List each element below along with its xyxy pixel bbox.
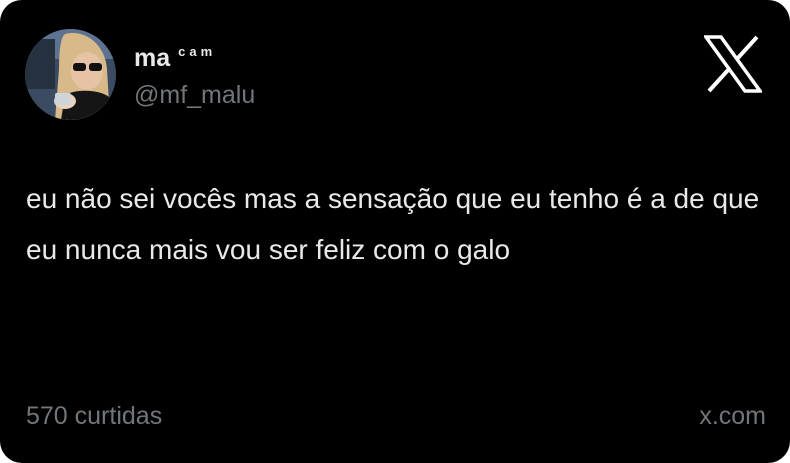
avatar-photo: [25, 29, 116, 120]
display-name-text: ma: [134, 44, 171, 72]
tweet-card: ma cam @mf_malu eu não sei vocês mas a se…: [0, 0, 790, 463]
source-domain[interactable]: x.com: [699, 401, 766, 431]
likes-count[interactable]: 570 curtidas: [26, 401, 162, 431]
avatar[interactable]: [25, 29, 116, 120]
display-name-suffix: cam: [178, 44, 217, 59]
display-name[interactable]: ma cam: [134, 44, 216, 76]
user-handle[interactable]: @mf_malu: [134, 81, 255, 109]
x-logo-icon[interactable]: [704, 35, 762, 93]
tweet-text: eu não sei vocês mas a sensação que eu t…: [26, 183, 760, 265]
